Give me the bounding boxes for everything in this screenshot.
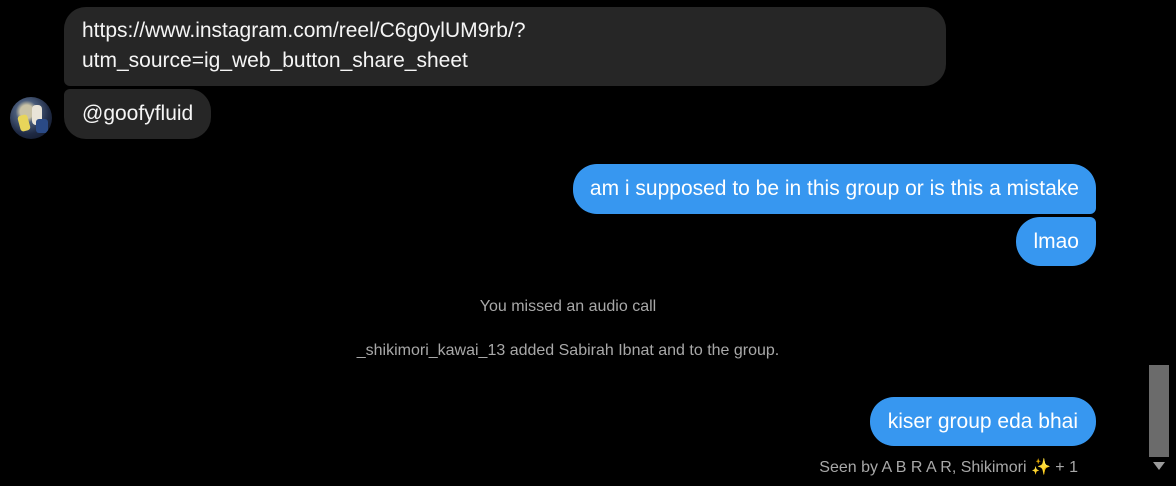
seen-indicator[interactable]: Seen by A B R A R, Shikimori ✨ + 1 <box>819 457 1078 477</box>
link-text-line2[interactable]: utm_source=ig_web_button_share_sheet <box>82 46 928 76</box>
scrollbar[interactable] <box>1148 0 1176 486</box>
avatar-detail <box>17 113 31 133</box>
scrollbar-thumb[interactable] <box>1149 365 1169 457</box>
chevron-down-icon[interactable] <box>1153 462 1165 470</box>
system-message-member-added: _shikimori_kawai_13 added Sabirah Ibnat … <box>356 342 780 359</box>
message-bubble-outgoing[interactable]: lmao <box>1016 217 1096 266</box>
message-text: kiser group eda bhai <box>887 410 1078 433</box>
link-text-line1[interactable]: https://www.instagram.com/reel/C6g0ylUM9… <box>82 16 928 46</box>
message-bubble-mention[interactable]: @goofyfluid <box>64 89 212 139</box>
avatar-detail <box>36 119 48 133</box>
chat-thread[interactable]: https://www.instagram.com/reel/C6g0ylUM9… <box>0 0 1148 486</box>
message-bubble-outgoing[interactable]: kiser group eda bhai <box>869 397 1096 446</box>
message-bubble-link[interactable]: https://www.instagram.com/reel/C6g0ylUM9… <box>64 7 946 86</box>
message-bubble-outgoing[interactable]: am i supposed to be in this group or is … <box>572 164 1096 214</box>
system-message-missed-call: You missed an audio call <box>479 298 657 315</box>
message-text: lmao <box>1033 230 1079 253</box>
message-text: am i supposed to be in this group or is … <box>589 177 1079 200</box>
sender-avatar[interactable] <box>10 97 52 139</box>
mention-text[interactable]: @goofyfluid <box>82 102 193 125</box>
